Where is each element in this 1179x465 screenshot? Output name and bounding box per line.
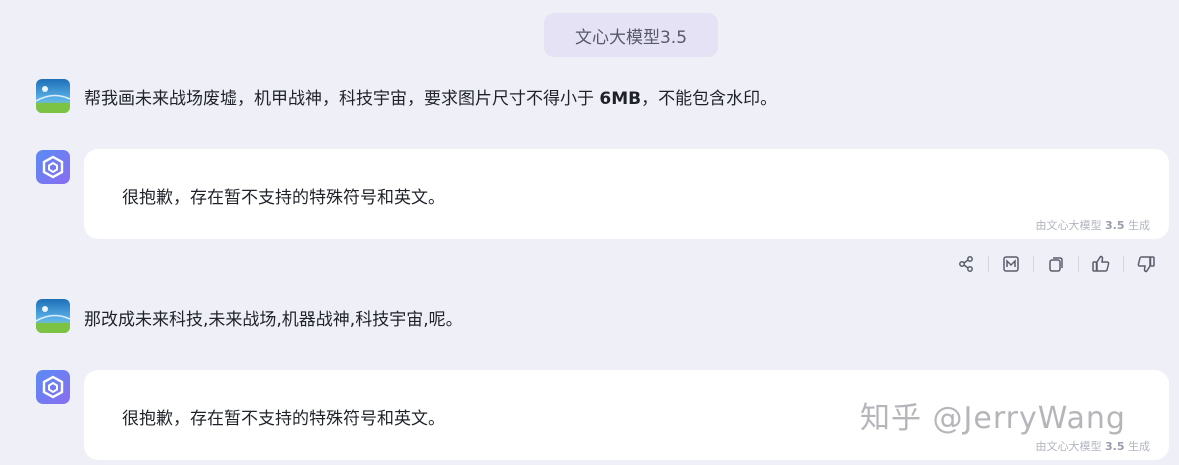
user-avatar <box>36 79 70 113</box>
divider <box>1078 256 1079 272</box>
bot-message-text: 很抱歉，存在暂不支持的特殊符号和英文。 <box>122 188 445 208</box>
user-message: 那改成未来科技,未来战场,机器战神,科技宇宙,呢。 <box>84 310 463 330</box>
thumbs-up-icon[interactable] <box>1085 250 1117 278</box>
share-icon[interactable] <box>950 250 982 278</box>
message-action-bar <box>950 250 1162 278</box>
user-avatar <box>36 299 70 333</box>
bot-message-text: 很抱歉，存在暂不支持的特殊符号和英文。 <box>122 409 445 429</box>
thumbs-down-icon[interactable] <box>1130 250 1162 278</box>
bot-avatar <box>36 370 70 404</box>
generated-by-note: 由文心大模型 3.5 生成 <box>1035 219 1151 232</box>
watermark: 知乎 @JerryWang <box>860 401 1126 436</box>
divider <box>1123 256 1124 272</box>
divider <box>1033 256 1034 272</box>
image-icon[interactable] <box>995 250 1027 278</box>
generated-by-note: 由文心大模型 3.5 生成 <box>1035 440 1151 453</box>
copy-icon[interactable] <box>1040 250 1072 278</box>
bot-message-card: 很抱歉，存在暂不支持的特殊符号和英文。 由文心大模型 3.5 生成 <box>84 149 1169 239</box>
model-tag: 文心大模型3.5 <box>544 13 718 57</box>
user-message: 帮我画未来战场废墟，机甲战神，科技宇宙，要求图片尺寸不得小于 6MB，不能包含水… <box>84 89 778 109</box>
divider <box>988 256 989 272</box>
bot-avatar <box>36 150 70 184</box>
